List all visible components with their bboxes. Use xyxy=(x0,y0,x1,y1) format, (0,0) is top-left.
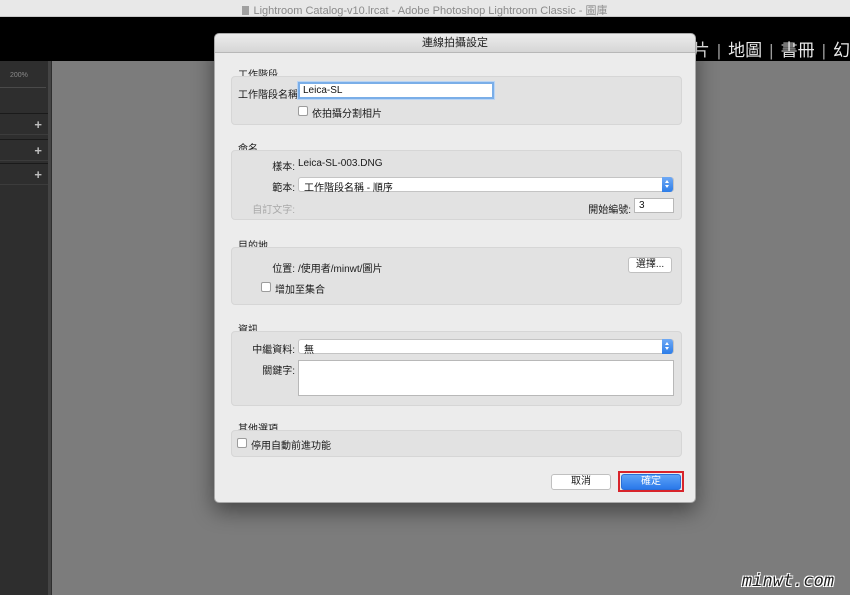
select-stepper-icon xyxy=(662,339,673,354)
module-picker: 片 | 地圖 | 書冊 | 幻 xyxy=(693,36,850,61)
ok-button-highlight xyxy=(618,471,684,492)
session-name-input[interactable] xyxy=(298,82,494,99)
module-separator: | xyxy=(821,41,826,60)
cancel-button[interactable]: 取消 xyxy=(551,474,611,490)
template-select[interactable]: 工作階段名稱 - 順序 xyxy=(298,177,674,194)
module-separator: | xyxy=(769,41,774,60)
keywords-textarea[interactable] xyxy=(298,360,674,396)
segment-by-shot-checkbox[interactable] xyxy=(298,106,308,116)
left-panel: 200% + + + xyxy=(0,61,52,595)
navigator-zoom[interactable]: 200% xyxy=(10,72,28,79)
tethered-capture-settings-dialog: 連線拍攝設定 工作階段 工作階段名稱: 依拍攝分割相片 命名 樣本: Leica… xyxy=(214,33,696,503)
add-icon[interactable]: + xyxy=(34,143,42,158)
panel-scrollbar[interactable] xyxy=(48,61,51,595)
dialog-title: 連線拍攝設定 xyxy=(215,34,695,53)
template-label: 範本: xyxy=(272,183,295,194)
module-book[interactable]: 書冊 xyxy=(781,36,815,61)
metadata-label: 中繼資料: xyxy=(252,345,295,356)
module-partial-right[interactable]: 幻 xyxy=(833,36,850,61)
start-number-input[interactable] xyxy=(634,198,674,213)
panel-section: + xyxy=(0,113,48,135)
location-value: /使用者/minwt/圖片 xyxy=(298,264,383,275)
window-title-wrap: Lightroom Catalog-v10.lrcat - Adobe Phot… xyxy=(0,2,850,18)
metadata-select[interactable]: 無 xyxy=(298,339,674,356)
segment-by-shot-label: 依拍攝分割相片 xyxy=(312,109,382,120)
add-icon[interactable]: + xyxy=(34,117,42,132)
destination-group xyxy=(231,247,682,305)
choose-location-button[interactable]: 選擇... xyxy=(628,257,672,273)
add-to-collection-label: 增加至集合 xyxy=(275,285,325,296)
document-icon xyxy=(242,6,250,15)
metadata-value: 無 xyxy=(304,345,314,356)
add-icon[interactable]: + xyxy=(34,167,42,182)
module-separator: | xyxy=(716,41,722,60)
sample-value: Leica-SL-003.DNG xyxy=(298,158,383,169)
sample-label: 樣本: xyxy=(272,162,295,173)
session-name-label: 工作階段名稱: xyxy=(238,90,301,101)
disable-autoadvance-checkbox[interactable] xyxy=(237,438,247,448)
watermark: minwt.com xyxy=(742,571,835,591)
custom-text-label: 自訂文字: xyxy=(252,205,295,216)
add-to-collection-checkbox[interactable] xyxy=(261,282,271,292)
module-map[interactable]: 地圖 xyxy=(728,36,762,61)
disable-autoadvance-label: 停用自動前進功能 xyxy=(251,441,331,452)
panel-divider xyxy=(0,87,46,88)
start-number-label: 開始編號: xyxy=(588,205,631,216)
window-titlebar: Lightroom Catalog-v10.lrcat - Adobe Phot… xyxy=(0,0,850,17)
location-label: 位置: xyxy=(272,264,295,275)
template-value: 工作階段名稱 - 順序 xyxy=(304,183,393,194)
window-title: Lightroom Catalog-v10.lrcat - Adobe Phot… xyxy=(253,5,608,17)
panel-section: + xyxy=(0,139,48,161)
keywords-label: 關鍵字: xyxy=(262,366,295,377)
select-stepper-icon xyxy=(662,177,673,192)
panel-section: + xyxy=(0,163,48,185)
